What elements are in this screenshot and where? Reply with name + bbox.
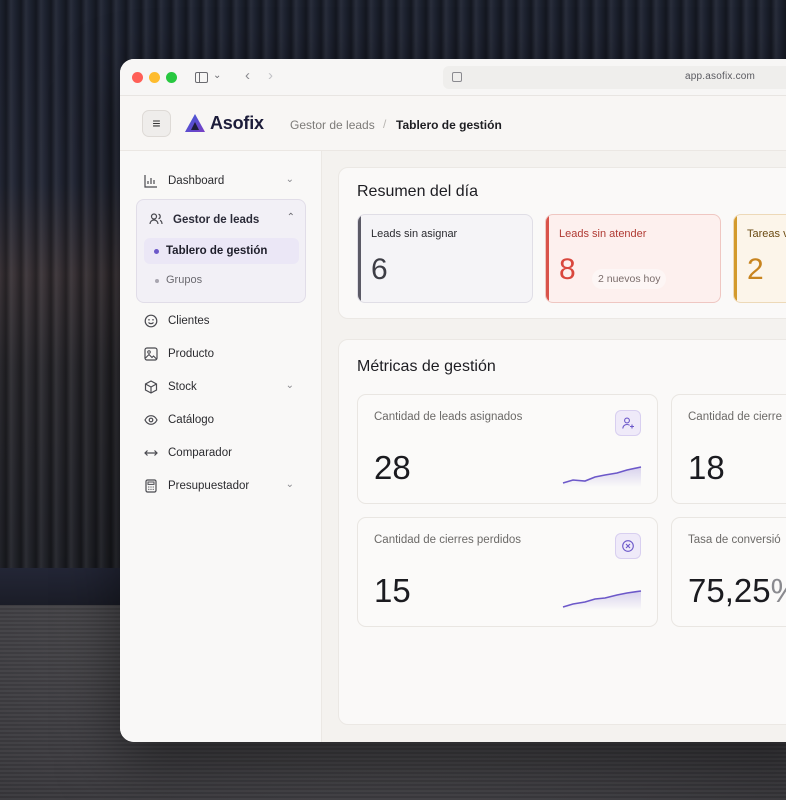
- users-icon: [149, 212, 163, 226]
- metric-card-leads-asignados[interactable]: Cantidad de leads asignados 28: [357, 394, 658, 504]
- stat-card-leads-sin-asignar[interactable]: Leads sin asignar 6: [357, 214, 533, 303]
- user-plus-icon: [615, 410, 641, 436]
- metric-value: 28: [374, 449, 411, 486]
- bar-chart-icon: [144, 174, 158, 188]
- url-text: app.asofix.com: [685, 71, 756, 82]
- x-circle-icon: [615, 533, 641, 559]
- sidebar-subitem-label: Tablero de gestión: [166, 245, 268, 257]
- maximize-window-button[interactable]: [166, 72, 177, 83]
- page-icon: [452, 72, 462, 82]
- sidebar-item-catalogo[interactable]: Catálogo: [144, 412, 304, 432]
- sidebar-item-comparador[interactable]: Comparador: [144, 445, 304, 465]
- new-today-badge: 2 nuevos hoy: [592, 269, 667, 289]
- metric-label: Cantidad de leads asignados: [374, 411, 523, 423]
- breadcrumb-separator: /: [383, 117, 387, 131]
- stat-accent-bar: [734, 215, 737, 302]
- smile-icon: [144, 314, 158, 328]
- metric-card-cierres[interactable]: Cantidad de cierre 18: [671, 394, 786, 504]
- sidebar-item-label: Dashboard: [168, 175, 225, 187]
- main-content: Resumen del día Leads sin asignar 6 Lead…: [322, 151, 786, 742]
- stat-label: Leads sin asignar: [371, 228, 458, 240]
- sidebar-item-label: Comparador: [168, 447, 232, 459]
- asofix-logo-icon: [185, 114, 205, 132]
- metric-value: 75,25%: [688, 572, 786, 610]
- sidebar-item-label: Gestor de leads: [173, 214, 260, 226]
- sidebar-item-clientes[interactable]: Clientes: [144, 313, 304, 333]
- sparkline-chart: [562, 590, 642, 610]
- chevron-down-icon: ⌄: [285, 479, 294, 490]
- sidebar-item-gestor-de-leads[interactable]: Gestor de leads ⌃: [149, 212, 299, 232]
- chevron-down-icon: ⌄: [285, 380, 294, 391]
- image-icon: [144, 347, 158, 361]
- stat-accent-bar: [546, 215, 549, 302]
- stat-card-leads-sin-atender[interactable]: Leads sin atender 8 2 nuevos hoy: [545, 214, 721, 303]
- forward-button[interactable]: ›: [268, 67, 273, 84]
- sidebar-item-label: Stock: [168, 381, 197, 393]
- minimize-window-button[interactable]: [149, 72, 160, 83]
- sidebar-subitem-label: Grupos: [166, 274, 203, 286]
- stat-card-tareas[interactable]: Tareas v 2: [733, 214, 786, 303]
- metricas-title: Métricas de gestión: [357, 358, 496, 375]
- eye-icon: [144, 413, 158, 427]
- breadcrumb-gestor-de-leads[interactable]: Gestor de leads: [290, 118, 375, 132]
- stat-value: 2: [747, 253, 764, 286]
- stat-label: Tareas v: [747, 228, 786, 240]
- sidebar-item-stock[interactable]: Stock ⌄: [144, 379, 304, 399]
- metric-value-number: 75,25: [688, 572, 771, 609]
- metricas-panel: Métricas de gestión Cantidad de leads as…: [338, 339, 786, 725]
- metric-value-suffix: %: [771, 572, 786, 609]
- app-header: ≡ Asofix Gestor de leads / Tablero de ge…: [120, 96, 786, 151]
- sidebar-group-gestor-de-leads: Gestor de leads ⌃ Tablero de gestión Gru…: [136, 199, 306, 303]
- browser-window: ⌄ ‹ › app.asofix.com ≡ Asofix Gestor de …: [120, 59, 786, 742]
- sidebar-item-label: Clientes: [168, 315, 210, 327]
- metric-value: 15: [374, 572, 411, 609]
- browser-titlebar: ⌄ ‹ › app.asofix.com: [120, 59, 786, 96]
- sidebar-item-dashboard[interactable]: Dashboard ⌄: [144, 173, 304, 193]
- menu-button[interactable]: ≡: [142, 110, 171, 137]
- active-bullet: [154, 249, 159, 254]
- chevron-down-icon: ⌄: [213, 70, 222, 81]
- chevron-down-icon: ⌄: [285, 174, 294, 185]
- bullet: [155, 279, 159, 283]
- address-bar[interactable]: app.asofix.com: [443, 66, 786, 89]
- sidebar: Dashboard ⌄ Gestor de leads ⌃ Tablero de…: [120, 151, 322, 742]
- box-icon: [144, 380, 158, 394]
- arrows-horizontal-icon: [144, 446, 158, 460]
- calculator-icon: [144, 479, 158, 493]
- sidebar-toggle-button[interactable]: ⌄: [195, 70, 225, 86]
- stat-accent-bar: [358, 215, 361, 302]
- sidebar-subitem-tablero-de-gestion[interactable]: Tablero de gestión: [144, 238, 299, 264]
- metric-label: Tasa de conversió: [688, 534, 781, 546]
- stat-label: Leads sin atender: [559, 228, 647, 240]
- resumen-panel: Resumen del día Leads sin asignar 6 Lead…: [338, 167, 786, 319]
- chevron-up-icon: ⌃: [286, 212, 295, 223]
- sidebar-item-presupuestador[interactable]: Presupuestador ⌄: [144, 478, 304, 498]
- metric-card-tasa-de-conversion[interactable]: Tasa de conversió 75,25%: [671, 517, 786, 627]
- metric-label: Cantidad de cierres perdidos: [374, 534, 522, 546]
- sidebar-item-label: Producto: [168, 348, 215, 360]
- sidebar-subitem-grupos[interactable]: Grupos: [144, 270, 299, 292]
- metric-value: 18: [688, 449, 725, 486]
- stat-value: 8: [559, 253, 576, 286]
- close-window-button[interactable]: [132, 72, 143, 83]
- stat-value: 6: [371, 253, 388, 286]
- back-button[interactable]: ‹: [245, 67, 250, 84]
- sidebar-icon: [195, 72, 208, 83]
- sidebar-item-label: Catálogo: [168, 414, 215, 426]
- sidebar-item-label: Presupuestador: [168, 480, 250, 492]
- sidebar-item-producto[interactable]: Producto: [144, 346, 304, 366]
- breadcrumb-current: Tablero de gestión: [396, 118, 502, 132]
- brand-name: Asofix: [210, 113, 264, 133]
- sparkline-chart: [562, 466, 642, 487]
- metric-card-cierres-perdidos[interactable]: Cantidad de cierres perdidos 15: [357, 517, 658, 627]
- resumen-title: Resumen del día: [357, 183, 478, 200]
- metric-label: Cantidad de cierre: [688, 411, 782, 423]
- hamburger-icon: ≡: [152, 115, 161, 131]
